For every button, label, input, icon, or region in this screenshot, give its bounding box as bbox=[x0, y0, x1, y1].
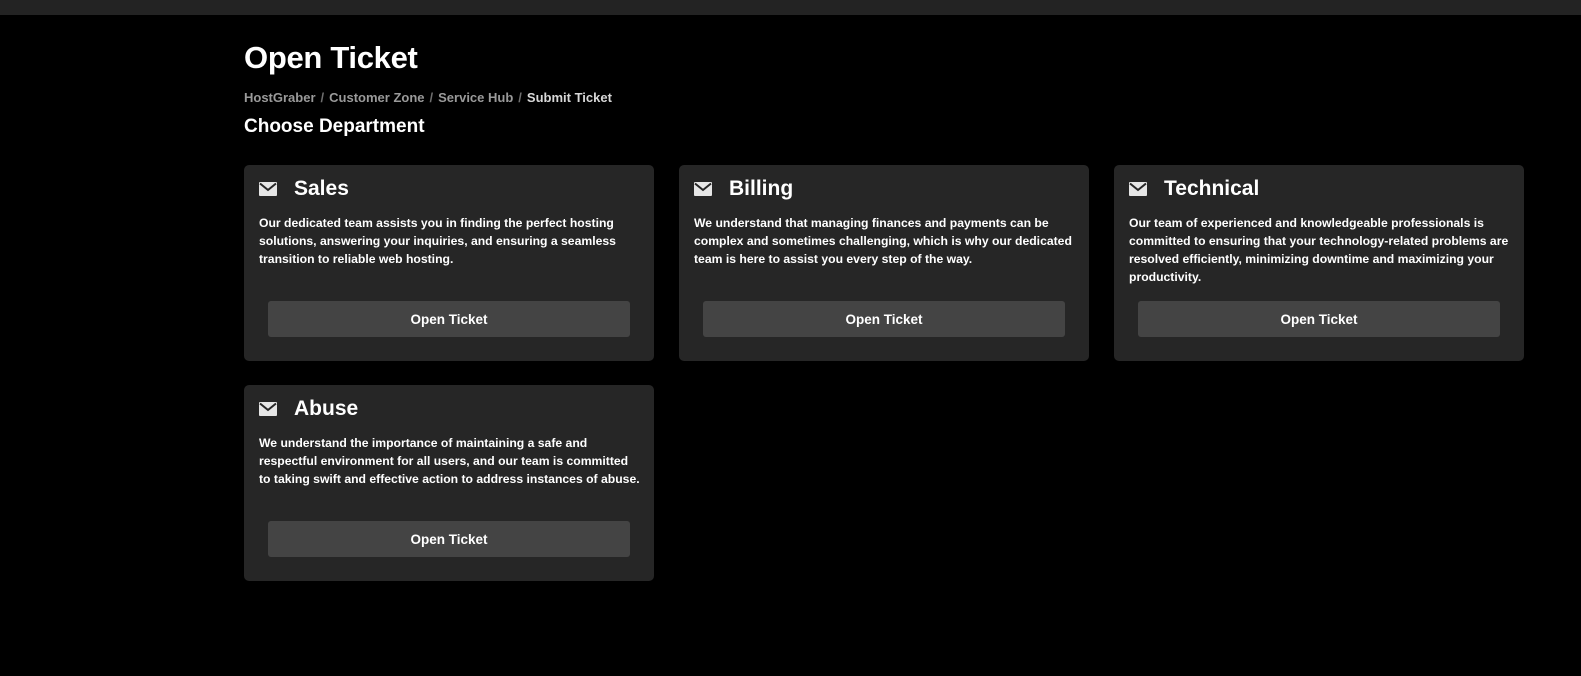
section-title: Choose Department bbox=[244, 116, 425, 137]
breadcrumb-customer-zone[interactable]: Customer Zone bbox=[329, 90, 424, 105]
envelope-icon bbox=[1129, 182, 1147, 196]
breadcrumb-home[interactable]: HostGraber bbox=[244, 90, 316, 105]
page-title: Open Ticket bbox=[244, 40, 418, 75]
department-card-sales: Sales Our dedicated team assists you in … bbox=[244, 165, 654, 361]
envelope-icon bbox=[259, 402, 277, 416]
envelope-icon bbox=[694, 182, 712, 196]
department-card-billing: Billing We understand that managing fina… bbox=[679, 165, 1089, 361]
open-ticket-sales-button[interactable]: Open Ticket bbox=[268, 301, 630, 337]
department-description: Our dedicated team assists you in findin… bbox=[259, 216, 616, 266]
open-ticket-abuse-button[interactable]: Open Ticket bbox=[268, 521, 630, 557]
department-title: Abuse bbox=[294, 397, 359, 420]
department-card-technical: Technical Our team of experienced and kn… bbox=[1114, 165, 1524, 361]
card-header: Sales bbox=[259, 177, 349, 201]
breadcrumb: HostGraber / Customer Zone / Service Hub / Sub… bbox=[244, 90, 612, 105]
department-title: Billing bbox=[729, 177, 794, 200]
department-card-abuse: Abuse We understand the importance of ma… bbox=[244, 385, 654, 581]
department-description: We understand that managing finances and… bbox=[694, 216, 1072, 266]
breadcrumb-separator: / bbox=[320, 90, 325, 105]
department-description: Our team of experienced and knowledgeabl… bbox=[1129, 216, 1509, 284]
breadcrumb-service-hub[interactable]: Service Hub bbox=[438, 90, 513, 105]
department-title: Sales bbox=[294, 177, 349, 200]
envelope-icon bbox=[259, 182, 277, 196]
open-ticket-billing-button[interactable]: Open Ticket bbox=[703, 301, 1065, 337]
card-header: Abuse bbox=[259, 397, 358, 421]
open-ticket-technical-button[interactable]: Open Ticket bbox=[1138, 301, 1500, 337]
breadcrumb-current: Submit Ticket bbox=[526, 90, 612, 105]
card-header: Technical bbox=[1129, 177, 1259, 201]
department-title: Technical bbox=[1164, 177, 1260, 200]
card-header: Billing bbox=[694, 177, 793, 201]
breadcrumb-separator: / bbox=[429, 90, 434, 105]
department-description: We understand the importance of maintain… bbox=[259, 436, 640, 486]
top-strip bbox=[0, 0, 1581, 15]
breadcrumb-separator: / bbox=[518, 90, 522, 105]
